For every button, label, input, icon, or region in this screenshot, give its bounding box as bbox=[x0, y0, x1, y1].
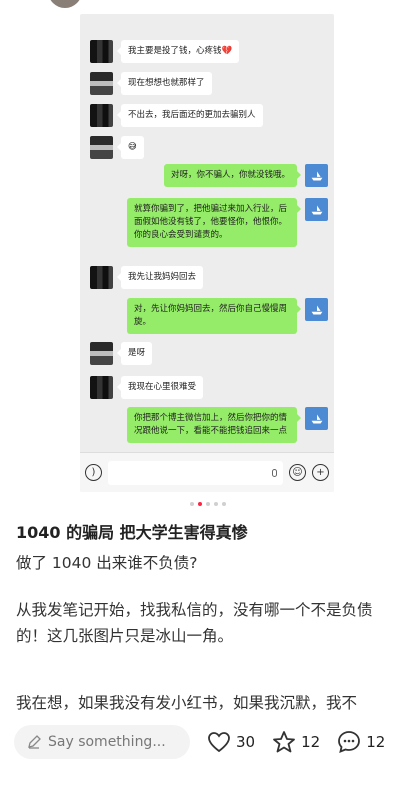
user-avatar bbox=[305, 298, 328, 321]
boat-icon bbox=[311, 205, 322, 214]
blurred-avatar bbox=[90, 136, 113, 159]
boat-icon bbox=[311, 414, 322, 423]
plus-icon: + bbox=[312, 464, 329, 481]
author-avatar-partial[interactable] bbox=[48, 0, 82, 8]
post-paragraph: 我在想，如果我没有发小红书，如果我沉默，我不 bbox=[16, 694, 358, 712]
user-avatar bbox=[305, 198, 328, 221]
star-icon bbox=[273, 731, 295, 753]
chat-message: 我主要是投了钱，心疼钱💔 bbox=[90, 40, 240, 63]
pencil-icon bbox=[28, 735, 41, 749]
chat-bubble: 你把那个博主微信加上，然后你把你的情况跟他说一下，看能不能把钱追回来一点 bbox=[127, 407, 301, 443]
chat-message: 😅 bbox=[90, 136, 144, 159]
like-count: 30 bbox=[236, 733, 256, 751]
blurred-avatar bbox=[90, 40, 113, 63]
user-avatar bbox=[305, 164, 328, 187]
chat-bubble: 现在想想也就那样了 bbox=[117, 72, 212, 95]
chat-bubble: 我先让我妈妈回去 bbox=[116, 266, 204, 289]
mic-icon bbox=[272, 468, 277, 477]
chat-message: 对，先让你妈妈回去，然后你自己慢慢周旋。 bbox=[127, 298, 328, 334]
comment-icon bbox=[338, 731, 361, 753]
pager-dot bbox=[221, 502, 226, 506]
chat-message: 对呀，你不骗人，你就没钱哦。 bbox=[163, 164, 328, 187]
comment-placeholder: Say something... bbox=[48, 734, 166, 750]
chat-bubble: 对，先让你妈妈回去，然后你自己慢慢周旋。 bbox=[127, 298, 301, 334]
chat-message: 你把那个博主微信加上，然后你把你的情况跟他说一下，看能不能把钱追回来一点 bbox=[127, 407, 328, 443]
post-title: 1040 的骗局 把大学生害得真惨 bbox=[16, 523, 248, 542]
blurred-avatar bbox=[90, 72, 113, 95]
comment-count: 12 bbox=[366, 733, 386, 751]
chat-message: 不出去，我后面还的更加去骗别人 bbox=[90, 104, 263, 127]
chat-bubble: 我现在心里很难受 bbox=[116, 376, 204, 399]
blurred-avatar bbox=[90, 104, 113, 127]
chat-bubble: 就算你骗到了，把他骗过来加入行业，后面假如他没有钱了，他要怪你，他恨你。你的良心… bbox=[127, 198, 301, 247]
chat-bubble: 😅 bbox=[117, 136, 144, 159]
bottom-action-bar: Say something... 30 12 12 bbox=[0, 716, 415, 768]
chat-message: 我先让我妈妈回去 bbox=[90, 266, 204, 289]
like-button[interactable]: 30 bbox=[206, 729, 255, 755]
chat-message: 我现在心里很难受 bbox=[90, 376, 204, 399]
favorite-button[interactable]: 12 bbox=[271, 729, 320, 755]
blurred-avatar bbox=[90, 342, 113, 365]
blurred-avatar bbox=[90, 266, 113, 289]
boat-icon bbox=[311, 171, 322, 180]
chat-bubble: 我主要是投了钱，心疼钱💔 bbox=[116, 40, 240, 63]
chat-input-field bbox=[108, 460, 283, 485]
chat-bubble: 是呀 bbox=[116, 342, 153, 365]
chat-bubble: 不出去，我后面还的更加去骗别人 bbox=[117, 104, 263, 127]
blurred-avatar bbox=[90, 376, 113, 399]
chat-message: 现在想想也就那样了 bbox=[90, 72, 212, 95]
chat-screenshot-image[interactable]: 我主要是投了钱，心疼钱💔 现在想想也就那样了 不出去，我后面还的更加去骗别人 😅… bbox=[80, 14, 334, 492]
favorite-count: 12 bbox=[301, 733, 321, 751]
pager-dot-active bbox=[197, 502, 202, 506]
post-paragraph: 做了 1040 出来谁不负债? bbox=[16, 554, 198, 572]
comment-button[interactable]: 12 bbox=[336, 729, 385, 755]
boat-icon bbox=[311, 305, 322, 314]
comment-input[interactable]: Say something... bbox=[14, 725, 190, 759]
heart-icon bbox=[208, 732, 230, 753]
chat-message: 是呀 bbox=[90, 342, 153, 365]
user-avatar bbox=[305, 407, 328, 430]
post-paragraph: 从我发笔记开始，找我私信的，没有哪一个不是负债的！这几张图片只是冰山一角。 bbox=[16, 601, 373, 645]
pager-dot bbox=[213, 502, 218, 506]
chat-input-bar: ) ☺ + bbox=[80, 452, 334, 492]
image-pager bbox=[0, 502, 415, 506]
voice-icon: ) bbox=[85, 464, 102, 481]
emoji-icon: ☺ bbox=[289, 464, 306, 481]
pager-dot bbox=[205, 502, 210, 506]
chat-bubble: 对呀，你不骗人，你就没钱哦。 bbox=[163, 164, 302, 187]
pager-dot bbox=[189, 502, 194, 506]
chat-message: 就算你骗到了，把他骗过来加入行业，后面假如他没有钱了，他要怪你，他恨你。你的良心… bbox=[127, 198, 328, 247]
